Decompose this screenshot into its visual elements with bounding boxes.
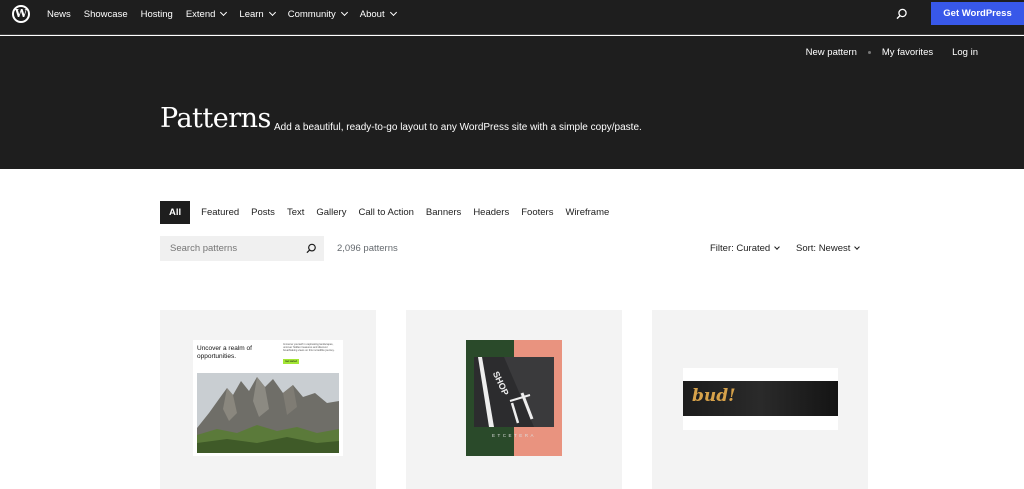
chevron-down-icon — [220, 8, 228, 17]
chevron-down-icon — [268, 8, 276, 17]
chevron-down-icon — [389, 8, 397, 17]
tab-gallery[interactable]: Gallery — [316, 201, 346, 224]
category-tabs: All Featured Posts Text Gallery Call to … — [160, 201, 621, 224]
chevron-down-icon — [774, 244, 781, 250]
nav-item-learn[interactable]: Learn — [239, 8, 276, 20]
search-input[interactable] — [170, 243, 300, 254]
pattern-preview: SHOP ETCETERA — [466, 340, 562, 456]
log-in-link[interactable]: Log in — [952, 47, 978, 58]
sort-dropdown[interactable]: Sort: Newest — [796, 243, 861, 254]
nav-item-hosting[interactable]: Hosting — [141, 9, 173, 20]
nav-item-label: Community — [287, 8, 336, 20]
search-patterns-box — [160, 236, 324, 261]
pattern-count: 2,096 patterns — [337, 243, 398, 254]
tab-wireframe[interactable]: Wireframe — [565, 201, 609, 224]
my-favorites-link[interactable]: My favorites — [882, 47, 933, 58]
chevron-down-icon — [340, 8, 348, 17]
filter-label: Filter: Curated — [710, 243, 771, 254]
nav-item-label: News — [47, 8, 71, 20]
tab-all[interactable]: All — [160, 201, 191, 224]
page-subtitle: Add a beautiful, ready-to-go layout to a… — [274, 122, 642, 133]
preview-button: Get started — [283, 359, 299, 364]
pattern-card[interactable]: bud! — [652, 310, 868, 489]
wordpress-logo-icon[interactable]: W — [12, 5, 30, 23]
nav-item-label: Extend — [185, 8, 216, 20]
nav-item-label: Learn — [239, 8, 264, 20]
sort-label: Sort: Newest — [796, 243, 851, 254]
pattern-preview: Uncover a realm of opportunities. Immers… — [193, 340, 343, 456]
search-icon[interactable] — [306, 243, 317, 254]
top-navigation: W News Showcase Hosting Extend Learn Com… — [0, 0, 1024, 35]
nav-item-community[interactable]: Community — [287, 8, 348, 20]
tab-posts[interactable]: Posts — [251, 201, 275, 224]
tab-text[interactable]: Text — [287, 201, 304, 224]
chevron-down-icon — [854, 244, 861, 250]
pattern-card[interactable]: Uncover a realm of opportunities. Immers… — [160, 310, 376, 489]
nav-item-showcase[interactable]: Showcase — [84, 9, 128, 20]
page-title: Patterns — [160, 103, 271, 134]
patterns-subnav: New pattern My favorites Log in — [806, 47, 978, 58]
tab-call-to-action[interactable]: Call to Action — [358, 201, 413, 224]
mountain-photo — [197, 373, 339, 453]
search-icon[interactable] — [896, 8, 908, 20]
nav-item-label: Hosting — [140, 8, 173, 20]
nav-item-about[interactable]: About — [359, 8, 397, 20]
preview-dark-banner: bud! — [683, 381, 838, 416]
tab-headers[interactable]: Headers — [473, 201, 509, 224]
preview-heading: Uncover a realm of opportunities. — [197, 345, 252, 360]
new-pattern-link[interactable]: New pattern — [806, 47, 857, 58]
nav-item-news[interactable]: News — [47, 9, 71, 20]
nav-item-label: About — [359, 8, 385, 20]
get-wordpress-button[interactable]: Get WordPress — [931, 2, 1024, 25]
road-photo: SHOP — [474, 357, 554, 427]
tab-footers[interactable]: Footers — [521, 201, 553, 224]
hero-banner: New pattern My favorites Log in Patterns… — [0, 36, 1024, 169]
filter-dropdown[interactable]: Filter: Curated — [710, 243, 781, 254]
banner-text: bud! — [692, 386, 736, 406]
preview-caption: ETCETERA — [491, 433, 536, 438]
tab-banners[interactable]: Banners — [426, 201, 461, 224]
tab-featured[interactable]: Featured — [201, 201, 239, 224]
nav-item-extend[interactable]: Extend — [185, 8, 228, 20]
pattern-card[interactable]: SHOP ETCETERA — [406, 310, 622, 489]
nav-item-label: Showcase — [83, 8, 128, 20]
pattern-preview: bud! — [683, 368, 838, 430]
separator-dot — [867, 51, 871, 54]
preview-body-text: Immerse yourself in captivating landscap… — [283, 343, 335, 353]
main-menu: News Showcase Hosting Extend Learn Commu… — [47, 0, 409, 28]
